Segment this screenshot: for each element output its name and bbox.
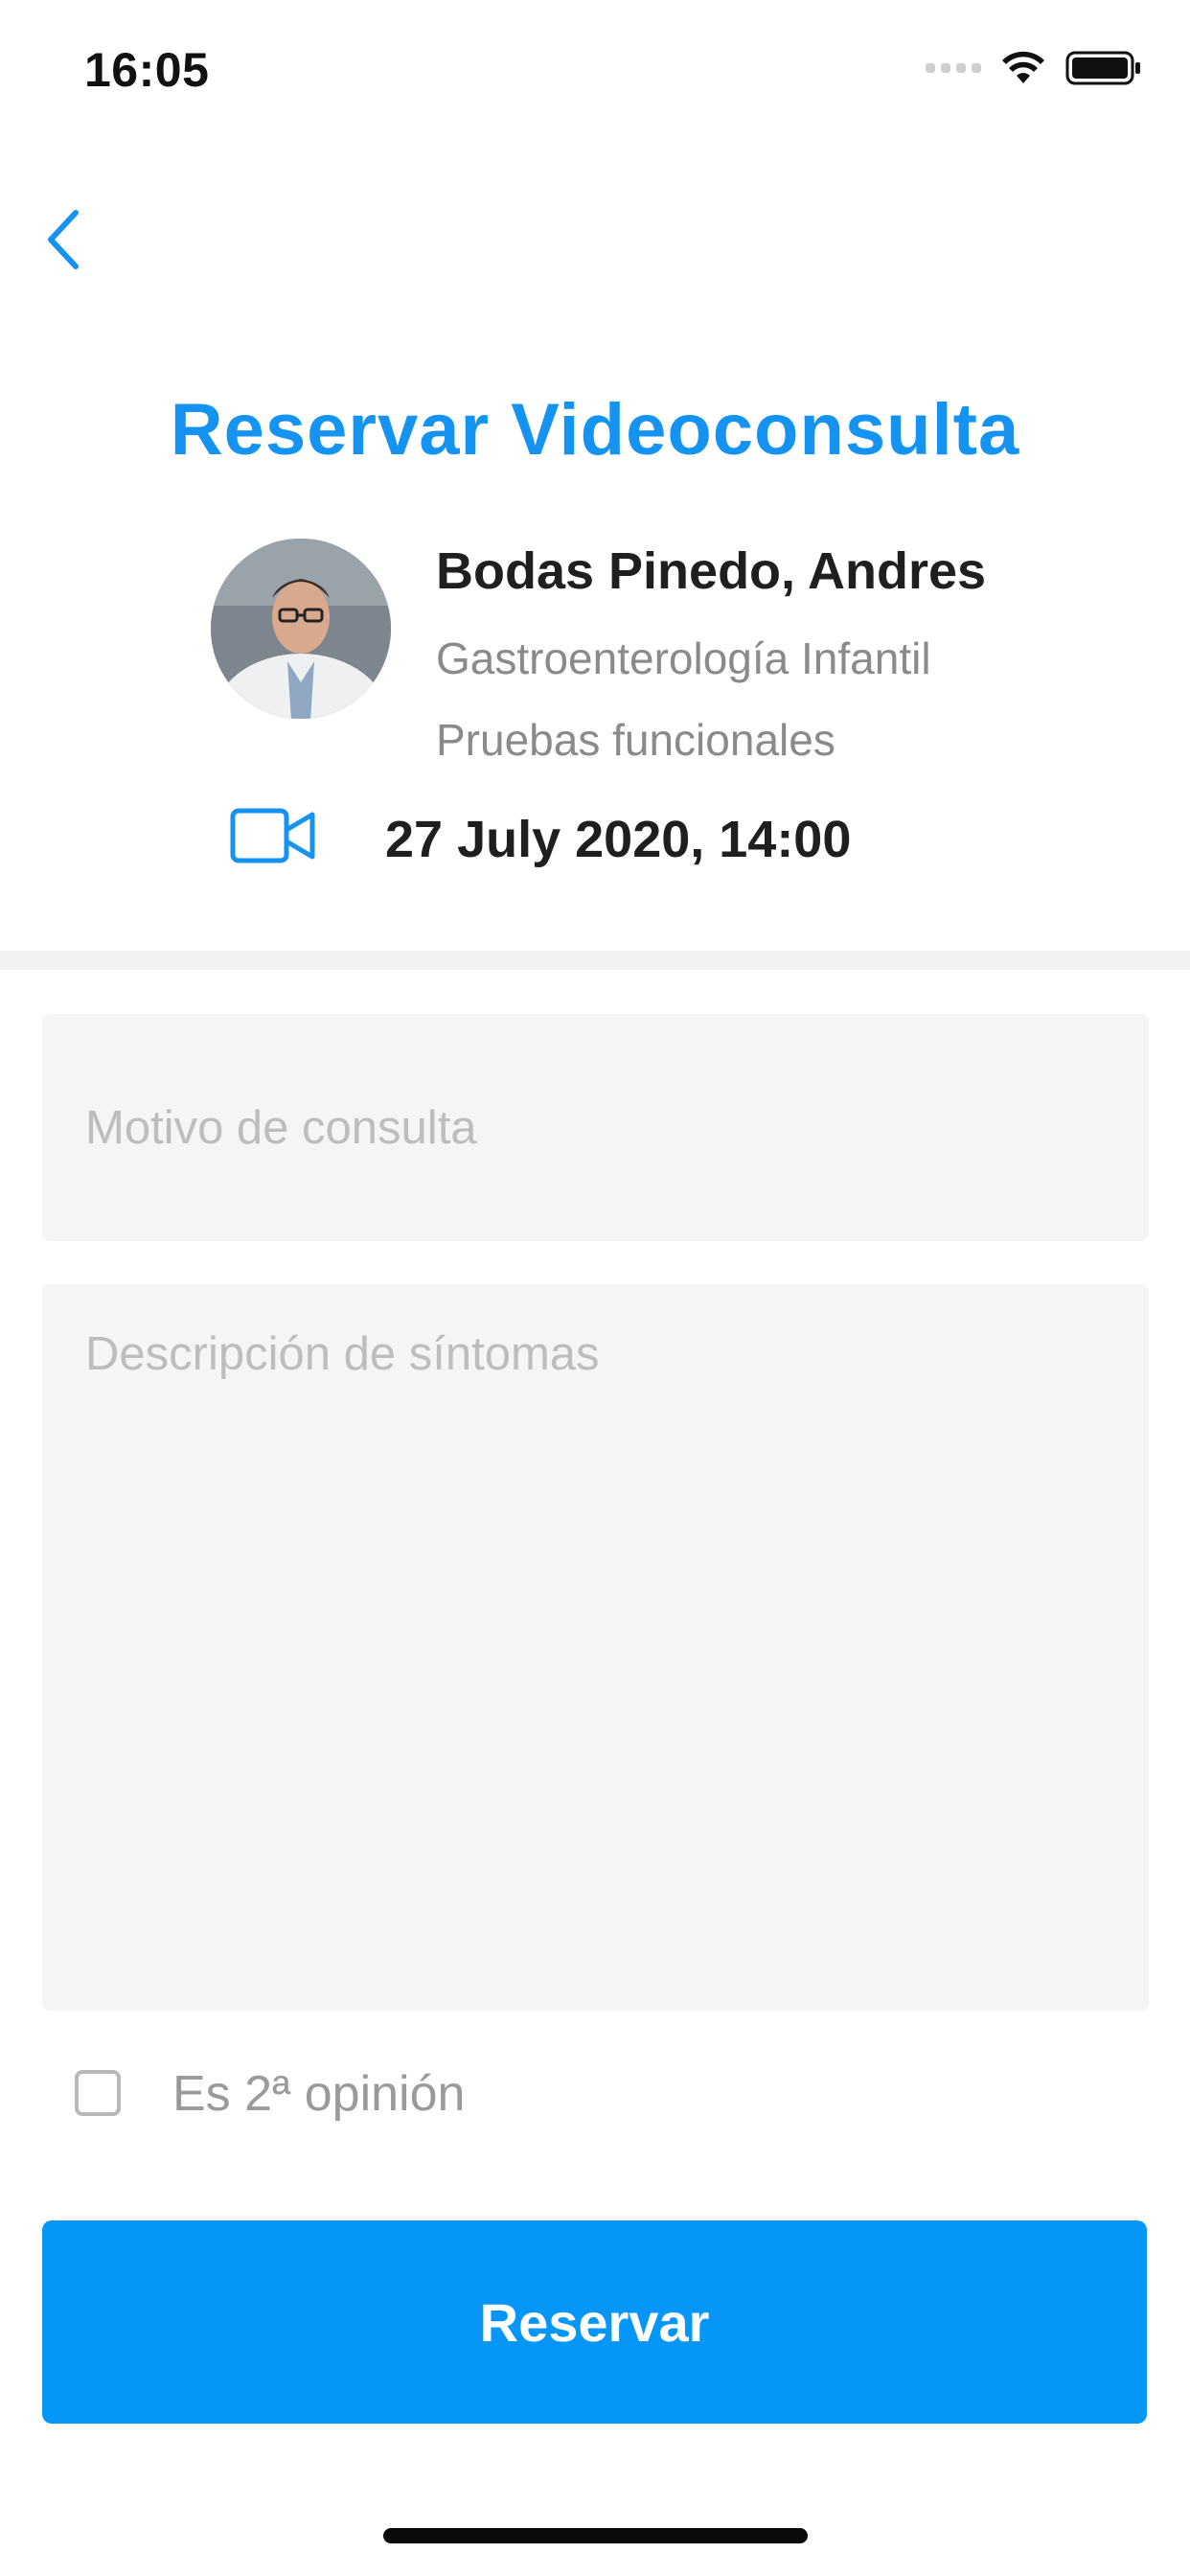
home-indicator (383, 2528, 808, 2543)
reserve-button[interactable]: Reservar (42, 2220, 1147, 2424)
doctor-service: Pruebas funcionales (436, 715, 835, 765)
battery-icon (1065, 51, 1140, 85)
reason-placeholder: Motivo de consulta (85, 1101, 477, 1154)
section-divider (0, 951, 1190, 970)
doctor-photo (211, 539, 391, 719)
doctor-name: Bodas Pinedo, Andres (436, 542, 987, 600)
status-icons (926, 50, 1142, 86)
chevron-left-icon (48, 210, 79, 269)
page-title: Reservar Videoconsulta (170, 389, 1020, 471)
second-opinion-checkbox[interactable] (75, 2070, 121, 2116)
symptoms-placeholder: Descripción de síntomas (85, 1328, 600, 1380)
status-time: 16:05 (84, 43, 210, 97)
doctor-specialty: Gastroenterología Infantil (436, 633, 931, 683)
video-camera-icon (230, 808, 315, 863)
booking-screen: 16:05 Reservar Videoconsulta Bodas Pined… (0, 0, 1190, 2576)
doctor-avatar (211, 539, 391, 719)
second-opinion-label: Es 2ª opinión (172, 2066, 466, 2122)
appointment-datetime: 27 July 2020, 14:00 (385, 811, 852, 868)
reserve-button-label: Reservar (479, 2291, 710, 2353)
symptoms-textarea[interactable]: Descripción de síntomas (42, 1284, 1149, 2011)
cellular-signal-icon (926, 63, 981, 73)
back-button[interactable] (29, 201, 96, 278)
wifi-icon (1002, 51, 1044, 83)
reason-input[interactable]: Motivo de consulta (42, 1014, 1149, 1241)
